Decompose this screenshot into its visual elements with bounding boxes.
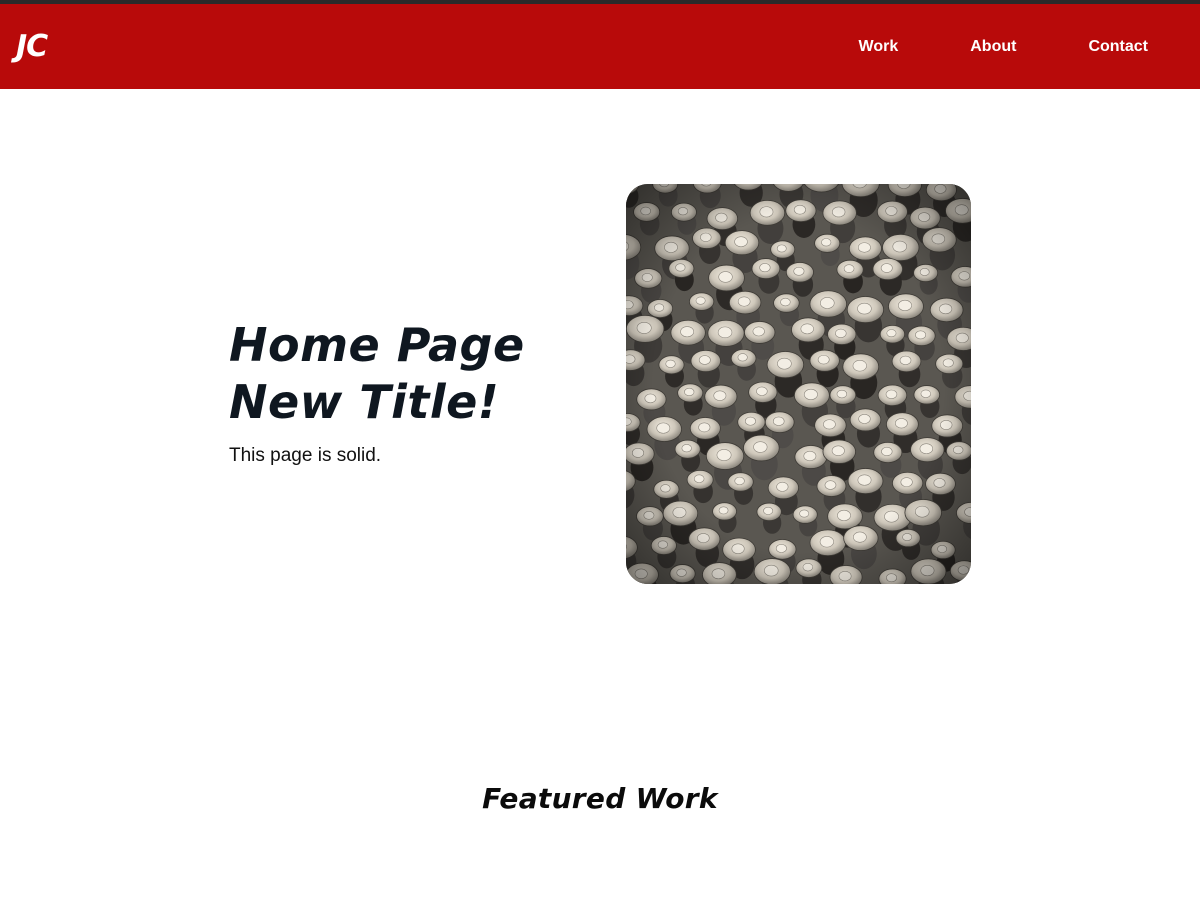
hero-title-line-2: New Title! — [229, 375, 500, 429]
hero-subtitle: This page is solid. — [229, 445, 382, 466]
nav-link-contact[interactable]: Contact — [1088, 38, 1148, 56]
site-header: JC Work About Contact — [0, 4, 1200, 89]
hero-crowd-photo — [626, 184, 971, 584]
featured-work-section: Featured Work — [0, 782, 1200, 815]
featured-work-title: Featured Work — [482, 782, 718, 815]
main-nav: Work About Contact — [859, 38, 1148, 56]
hero-text: Home Page New Title! This page is solid. — [229, 317, 589, 467]
site-logo[interactable]: JC — [16, 31, 48, 62]
nav-link-work[interactable]: Work — [859, 38, 899, 56]
hero-title-line-1: Home Page — [229, 318, 525, 372]
hero-section: Home Page New Title! This page is solid. — [0, 89, 1200, 659]
crowd-photo-icon — [626, 184, 971, 584]
nav-link-about[interactable]: About — [970, 38, 1016, 56]
hero-title: Home Page New Title! — [229, 317, 589, 431]
